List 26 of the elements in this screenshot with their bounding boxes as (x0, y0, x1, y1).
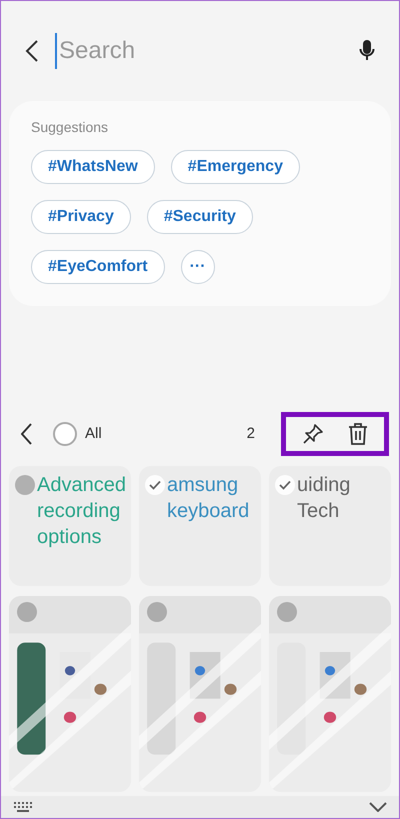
more-button[interactable]: ··· (180, 250, 215, 284)
note-card[interactable]: uiding Tech (269, 466, 391, 586)
pin-icon[interactable] (302, 423, 324, 445)
all-label: All (85, 424, 102, 444)
note-title: uiding Tech (297, 473, 352, 524)
check-icon[interactable] (275, 475, 295, 495)
hashtag-chip[interactable]: #EyeComfort (31, 250, 165, 284)
check-icon[interactable] (145, 475, 165, 495)
hashtag-chip[interactable]: #Emergency (170, 150, 300, 184)
hashtag-chip[interactable]: #Privacy (31, 200, 131, 234)
note-title: Advanced recording options (37, 473, 127, 550)
suggestions-heading: Suggestions (31, 118, 110, 137)
all-checkbox[interactable] (53, 422, 77, 446)
note-card[interactable]: Advanced recording options (9, 466, 131, 586)
hashtag-chip[interactable]: #WhatsNew (31, 150, 155, 184)
search-field[interactable]: Search (55, 33, 315, 69)
hashtag-chip[interactable]: #Security (146, 200, 253, 234)
back-icon[interactable] (21, 423, 33, 445)
back-icon[interactable] (25, 39, 39, 63)
delete-icon[interactable] (348, 422, 368, 446)
selected-count: 2 (246, 424, 255, 444)
microphone-icon[interactable] (359, 39, 375, 63)
keyboard-icon[interactable] (13, 801, 33, 813)
chevron-down-icon[interactable] (369, 802, 387, 812)
note-title: amsung keyboard (167, 473, 250, 524)
note-card[interactable]: amsung keyboard (139, 466, 261, 586)
